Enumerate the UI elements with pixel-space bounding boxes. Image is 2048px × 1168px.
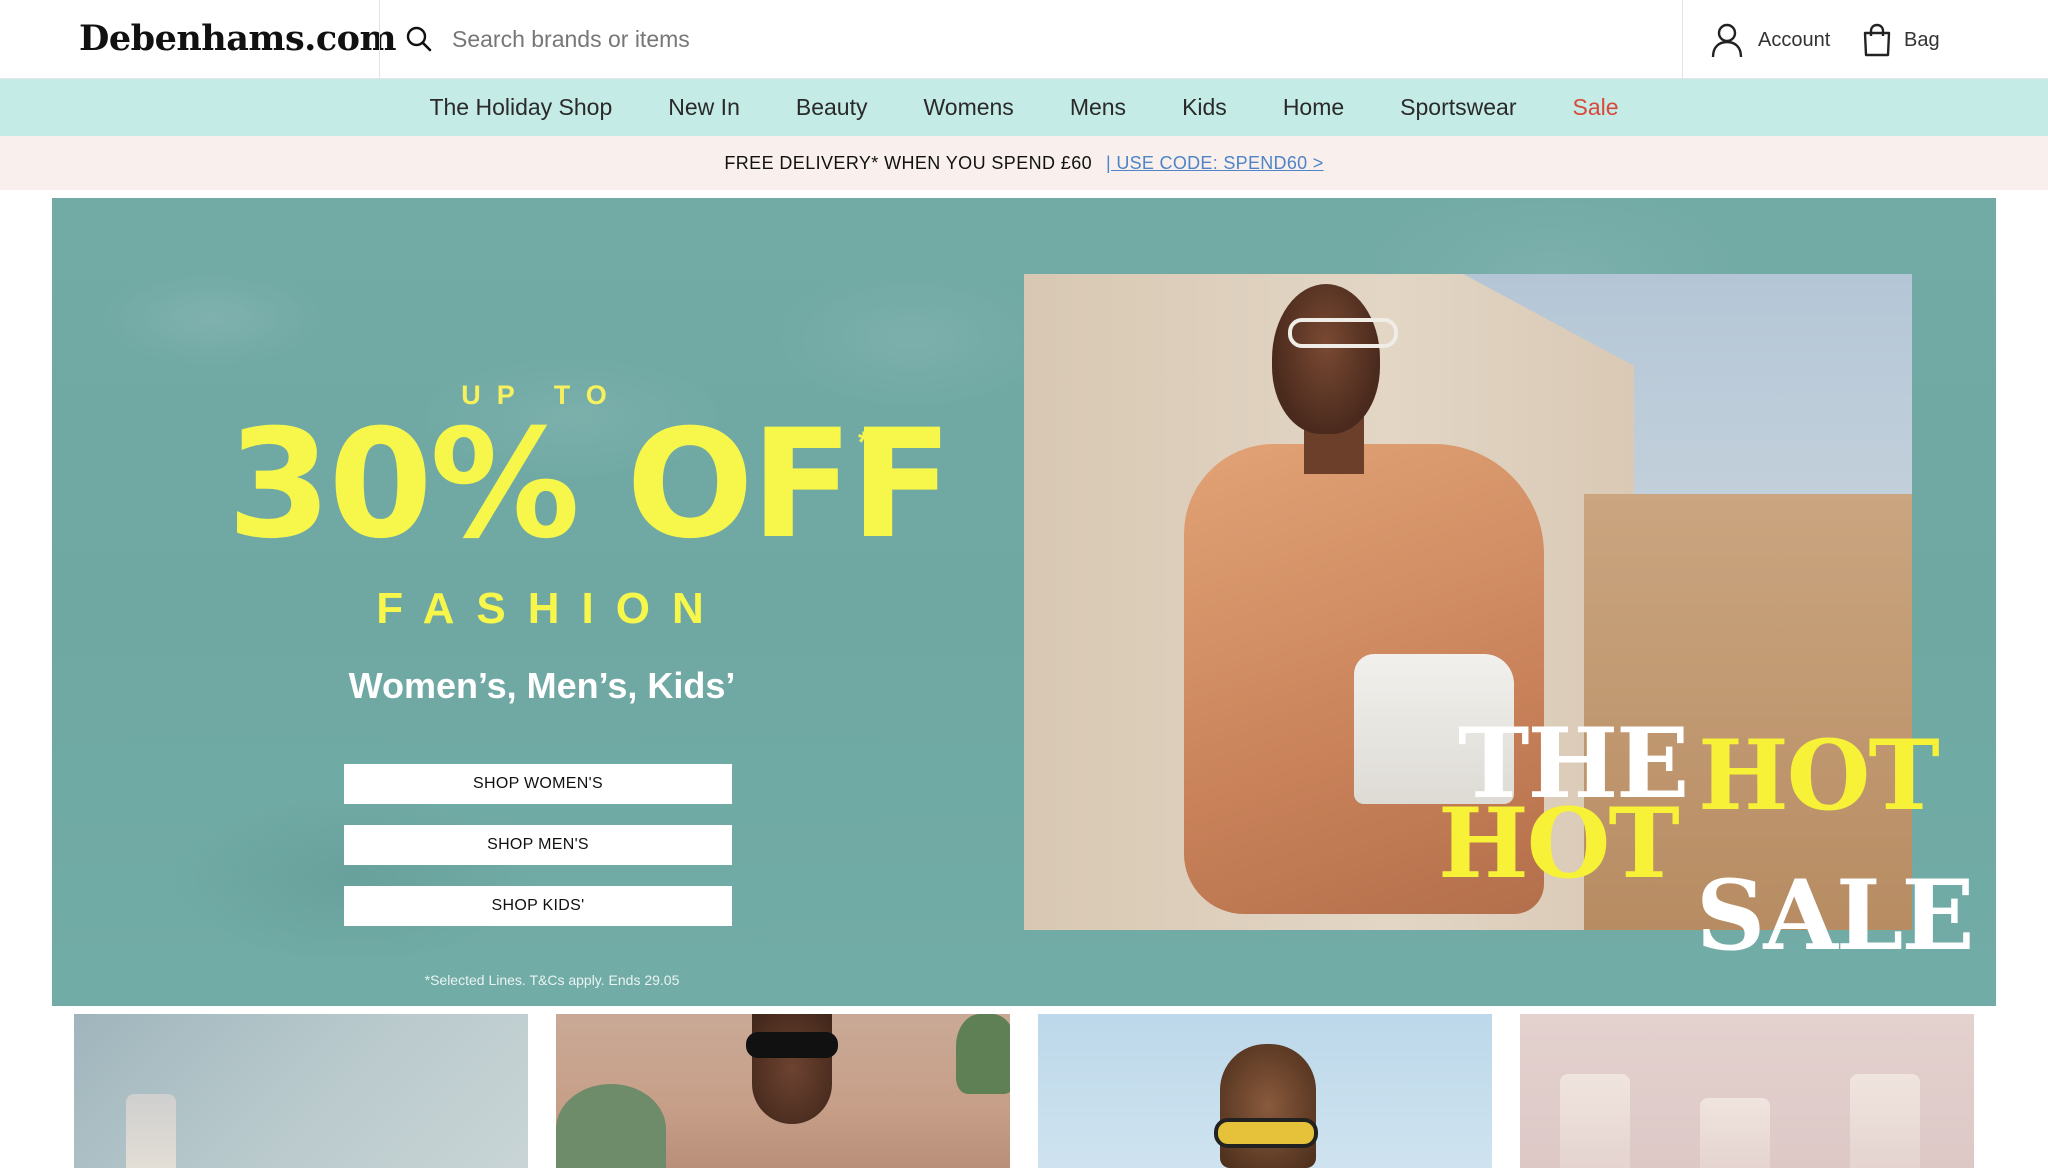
tile-man-image [1220, 1044, 1316, 1168]
category-tile-beauty[interactable] [74, 1014, 528, 1168]
tile-candle-image [1850, 1074, 1920, 1168]
tile-candle-image [1560, 1074, 1630, 1168]
hot-sale-logo-hot-left: HOT [1438, 787, 1680, 900]
category-tile-home[interactable] [1520, 1014, 1974, 1168]
hero-banner[interactable]: UP TO 30% OFF * FASHION Women’s, Men’s, … [52, 198, 1996, 1006]
hot-sale-logo-sale: SALE [1696, 859, 1974, 972]
bag-icon [1863, 23, 1891, 57]
hot-sale-logo-hot-right: HOT [1698, 719, 1940, 832]
promo-bar: FREE DELIVERY* WHEN YOU SPEND £60 | USE … [0, 136, 2048, 190]
nav-item-kids[interactable]: Kids [1154, 94, 1255, 121]
shop-mens-button[interactable]: SHOP MEN'S [344, 825, 732, 865]
nav-item-beauty[interactable]: Beauty [768, 94, 896, 121]
hero-subline: Women’s, Men’s, Kids’ [348, 665, 736, 706]
shop-womens-button[interactable]: SHOP WOMEN'S [344, 764, 732, 804]
nav-item-sportswear[interactable]: Sportswear [1372, 94, 1544, 121]
tile-cactus-image [556, 1084, 666, 1168]
header-divider-right [1682, 0, 1683, 79]
nav-list: The Holiday Shop New In Beauty Womens Me… [401, 94, 1646, 121]
site-logo[interactable]: Debenhams.com [79, 18, 397, 59]
hero-headline: 30% OFF [227, 398, 953, 572]
photo-head [1272, 284, 1380, 434]
category-tile-mens[interactable] [1038, 1014, 1492, 1168]
shop-kids-button[interactable]: SHOP KIDS' [344, 886, 732, 926]
account-button[interactable]: Account [1710, 20, 1830, 60]
account-label: Account [1758, 28, 1831, 51]
account-icon [1711, 23, 1743, 58]
search-icon[interactable] [404, 24, 434, 54]
hero-terms-note: *Selected Lines. T&Cs apply. Ends 29.05 [424, 972, 680, 988]
search-input[interactable] [452, 18, 1652, 60]
nav-item-home[interactable]: Home [1255, 94, 1372, 121]
site-header: Debenhams.com Account Bag [0, 0, 2048, 79]
bag-button[interactable]: Bag [1862, 20, 1940, 60]
tile-man-sunglasses [1214, 1118, 1318, 1148]
nav-item-womens[interactable]: Womens [895, 94, 1041, 121]
tile-candle-image [1700, 1098, 1770, 1168]
category-tile-womens[interactable] [556, 1014, 1010, 1168]
main-nav: The Holiday Shop New In Beauty Womens Me… [0, 79, 2048, 136]
photo-sunglasses [1288, 318, 1398, 348]
nav-item-sale[interactable]: Sale [1545, 94, 1647, 121]
nav-item-holiday-shop[interactable]: The Holiday Shop [401, 94, 640, 121]
promo-code-link[interactable]: | USE CODE: SPEND60 > [1106, 153, 1324, 174]
tile-woman-image [752, 1014, 832, 1124]
hero-category: FASHION [376, 584, 726, 633]
tile-woman-sunglasses [746, 1032, 838, 1058]
tile-jar-image [126, 1094, 176, 1168]
nav-item-new-in[interactable]: New In [640, 94, 768, 121]
promo-text: FREE DELIVERY* WHEN YOU SPEND £60 [724, 152, 1093, 173]
header-divider-left [379, 0, 380, 79]
nav-item-mens[interactable]: Mens [1042, 94, 1154, 121]
bag-label: Bag [1904, 28, 1940, 51]
hero-asterisk: * [858, 426, 870, 459]
tile-cactus-right-image [956, 1014, 1010, 1094]
